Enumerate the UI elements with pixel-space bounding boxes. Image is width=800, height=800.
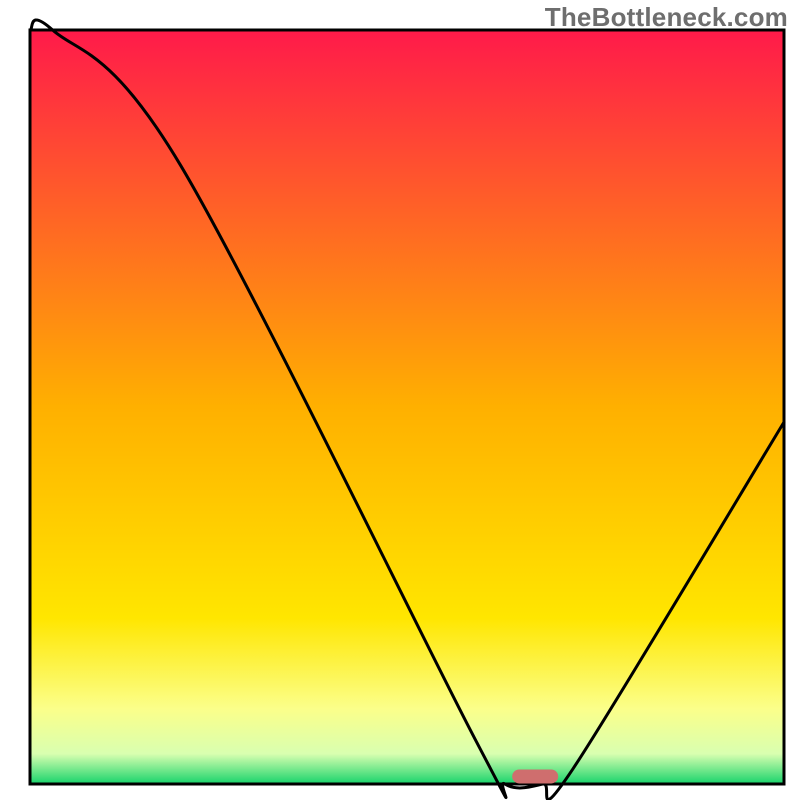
watermark-text: TheBottleneck.com — [545, 2, 788, 33]
optimal-marker — [512, 769, 558, 783]
chart-svg — [0, 0, 800, 800]
bottleneck-chart: TheBottleneck.com — [0, 0, 800, 800]
plot-background — [30, 30, 784, 784]
